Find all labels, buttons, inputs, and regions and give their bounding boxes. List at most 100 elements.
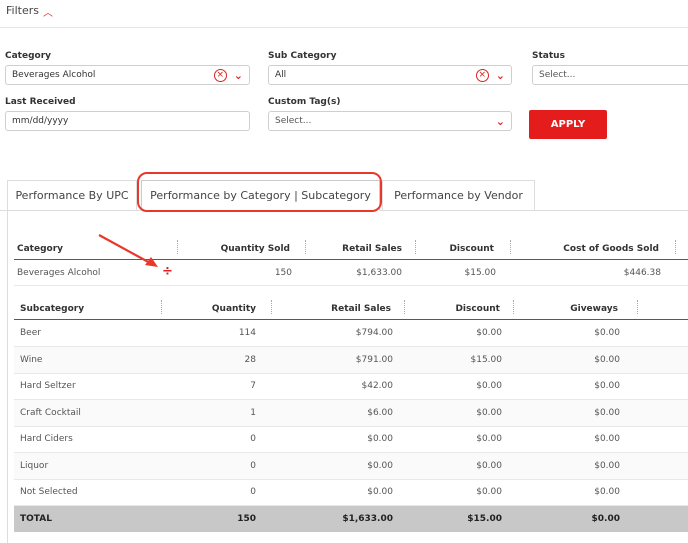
discount-cell: $15.00: [464, 268, 497, 278]
quantity-cell: 0: [250, 460, 256, 471]
last-received-label: Last Received: [5, 97, 76, 107]
date-placeholder: mm/dd/yyyy: [12, 116, 69, 126]
giveaways-cell: $0.00: [594, 328, 620, 338]
clear-icon[interactable]: ×: [475, 68, 489, 82]
quantity-cell: 0: [250, 434, 256, 444]
divider: [0, 27, 688, 28]
column-separator: [305, 240, 306, 254]
discount-cell: $0.00: [476, 487, 502, 497]
category-select[interactable]: Beverages Alcohol × ⌄: [5, 65, 250, 85]
filters-label: Filters: [6, 4, 39, 17]
column-separator: [637, 300, 638, 314]
column-separator: [513, 300, 514, 314]
subcategory-cell: Liquor: [20, 460, 49, 471]
col-category: Category: [17, 244, 64, 254]
retail-cell: $1,633.00: [356, 268, 402, 278]
giveaways-cell: $0.00: [594, 460, 620, 471]
subcategory-cell: Wine: [20, 354, 43, 365]
discount-cell: $0.00: [476, 328, 502, 338]
col-sub-discount: Discount: [455, 304, 500, 314]
filters-toggle[interactable]: Filters ︿: [6, 3, 53, 19]
col-sub-retail: Retail Sales: [331, 304, 391, 314]
chevron-down-icon[interactable]: ⌄: [496, 115, 505, 128]
total-discount: $15.00: [467, 514, 502, 524]
subcategory-cell: Beer: [20, 328, 41, 338]
chevron-up-icon: ︿: [42, 8, 53, 19]
col-subcategory: Subcategory: [20, 304, 85, 314]
col-retail-sales: Retail Sales: [342, 244, 402, 254]
col-giveaways: Giveways: [570, 304, 618, 314]
status-placeholder: Select...: [539, 70, 576, 80]
custom-tags-label: Custom Tag(s): [268, 97, 341, 107]
header-underline: [14, 319, 688, 320]
column-separator: [415, 240, 416, 254]
discount-cell: $0.00: [476, 460, 502, 471]
discount-cell: $0.00: [476, 434, 502, 444]
column-separator: [510, 240, 511, 254]
sub-category-select[interactable]: All × ⌄: [268, 65, 512, 85]
quantity-cell: 7: [250, 381, 256, 391]
total-retail: $1,633.00: [342, 514, 393, 524]
total-giveaways: $0.00: [591, 514, 620, 524]
retail-cell: $791.00: [355, 354, 393, 365]
cogs-cell: $446.38: [623, 268, 661, 278]
col-quantity-sold: Quantity Sold: [220, 244, 290, 254]
retail-cell: $6.00: [367, 407, 393, 418]
discount-cell: $0.00: [476, 381, 502, 391]
category-cell: Beverages Alcohol: [17, 268, 101, 278]
sub-category-value: All: [275, 70, 287, 80]
subcategory-cell: Hard Seltzer: [20, 381, 76, 391]
chevron-down-icon[interactable]: ⌄: [496, 69, 505, 82]
col-quantity: Quantity: [211, 304, 256, 314]
column-separator: [404, 300, 405, 314]
giveaways-cell: $0.00: [594, 381, 620, 391]
sub-category-label: Sub Category: [268, 51, 337, 61]
subcategory-cell: Craft Cocktail: [20, 407, 81, 418]
row-divider: [14, 425, 688, 427]
quantity-cell: 1: [250, 407, 256, 418]
custom-tags-placeholder: Select...: [275, 116, 312, 126]
column-separator: [177, 240, 178, 254]
discount-cell: $15.00: [470, 354, 503, 365]
total-label: TOTAL: [20, 514, 52, 524]
collapse-icon[interactable]: ÷: [162, 264, 173, 279]
column-separator: [161, 300, 162, 314]
retail-cell: $0.00: [367, 460, 393, 471]
quantity-cell: 28: [244, 354, 256, 365]
status-select[interactable]: Select...: [532, 65, 688, 85]
annotation-arrow-icon: [98, 234, 158, 267]
giveaways-cell: $0.00: [594, 434, 620, 444]
retail-cell: $42.00: [361, 381, 394, 391]
chevron-down-icon[interactable]: ⌄: [234, 69, 243, 82]
discount-cell: $0.00: [476, 407, 502, 418]
custom-tags-select[interactable]: Select... ⌄: [268, 111, 512, 131]
giveaways-cell: $0.00: [594, 354, 620, 365]
last-received-input[interactable]: mm/dd/yyyy: [5, 111, 250, 131]
total-quantity: 150: [237, 514, 256, 524]
retail-cell: $794.00: [355, 328, 393, 338]
quantity-cell: 150: [274, 268, 292, 278]
quantity-cell: 114: [238, 328, 256, 338]
column-separator: [271, 300, 272, 314]
subcategory-cell: Hard Ciders: [20, 434, 73, 444]
subcategory-cell: Not Selected: [20, 487, 78, 497]
col-discount: Discount: [449, 244, 494, 254]
panel-border: [7, 210, 8, 543]
row-divider: [14, 372, 688, 374]
apply-button[interactable]: APPLY: [529, 110, 607, 139]
quantity-cell: 0: [250, 487, 256, 497]
giveaways-cell: $0.00: [594, 487, 620, 497]
col-cogs: Cost of Goods Sold: [563, 244, 659, 254]
category-value: Beverages Alcohol: [12, 70, 96, 80]
row-divider: [14, 285, 688, 286]
tab-performance-by-upc[interactable]: Performance By UPC: [7, 180, 137, 210]
clear-icon[interactable]: ×: [213, 68, 227, 82]
retail-cell: $0.00: [367, 487, 393, 497]
row-divider: [14, 478, 688, 480]
tab-performance-by-vendor[interactable]: Performance by Vendor: [382, 180, 535, 210]
status-label: Status: [532, 51, 565, 61]
retail-cell: $0.00: [367, 434, 393, 444]
giveaways-cell: $0.00: [594, 407, 620, 418]
column-separator: [675, 240, 676, 254]
tab-highlight-annotation: [137, 172, 382, 212]
